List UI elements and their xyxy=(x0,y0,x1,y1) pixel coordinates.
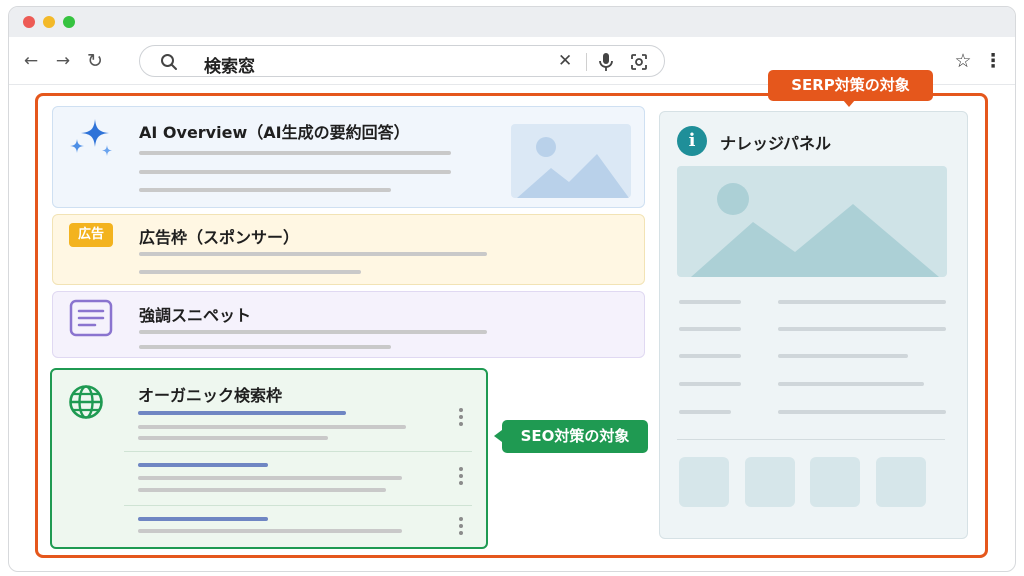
star-icon[interactable]: ☆ xyxy=(951,49,975,73)
back-button[interactable]: ← xyxy=(19,49,43,73)
minimize-window-button[interactable] xyxy=(43,16,55,28)
featured-snippet-title: 強調スニペット xyxy=(139,306,252,325)
kp-value-line xyxy=(778,410,946,414)
kp-label-line xyxy=(679,410,731,414)
organic-results-card[interactable]: オーガニック検索枠 xyxy=(50,368,488,549)
search-divider xyxy=(586,53,587,71)
search-input[interactable]: 検索窓 xyxy=(204,52,255,77)
lens-icon[interactable] xyxy=(630,53,648,71)
kp-tile[interactable] xyxy=(810,457,860,507)
sparkle-icon xyxy=(70,119,112,156)
result-divider xyxy=(124,505,472,506)
forward-button[interactable]: → xyxy=(51,49,75,73)
kp-label-line xyxy=(679,327,741,331)
ad-tag-icon: 広告 xyxy=(69,223,113,247)
ai-overview-title: AI Overview（AI生成の要約回答） xyxy=(139,123,410,142)
kebab-menu-icon[interactable]: ⋮ xyxy=(981,49,1005,73)
organic-result-link[interactable] xyxy=(138,463,268,467)
kp-divider xyxy=(677,439,945,440)
organic-result-link[interactable] xyxy=(138,411,346,415)
organic-result-text xyxy=(138,529,402,533)
organic-result-text xyxy=(138,476,402,480)
kp-label-line xyxy=(679,354,741,358)
ad-text-line xyxy=(139,252,487,256)
snippet-text-line xyxy=(139,330,487,334)
document-icon xyxy=(69,299,113,337)
close-window-button[interactable] xyxy=(23,16,35,28)
ai-overview-card[interactable]: AI Overview（AI生成の要約回答） xyxy=(52,106,645,208)
ai-text-line xyxy=(139,170,451,174)
kebab-menu-icon[interactable] xyxy=(459,517,463,535)
kp-value-line xyxy=(778,327,946,331)
kebab-menu-icon[interactable] xyxy=(459,408,463,426)
organic-title: オーガニック検索枠 xyxy=(138,386,283,405)
ad-card[interactable]: 広告 広告枠（スポンサー） xyxy=(52,214,645,285)
search-icon xyxy=(161,54,177,70)
info-icon: i xyxy=(677,126,707,156)
seo-badge-pointer xyxy=(494,430,502,442)
snippet-text-line xyxy=(139,345,391,349)
organic-result-text xyxy=(138,436,328,440)
serp-badge-pointer xyxy=(843,100,855,107)
serp-target-badge: SERP対策の対象 xyxy=(768,70,933,101)
seo-target-badge: SEO対策の対象 xyxy=(502,420,648,453)
reload-button[interactable]: ↻ xyxy=(83,49,107,73)
kp-label-line xyxy=(679,382,741,386)
maximize-window-button[interactable] xyxy=(63,16,75,28)
knowledge-panel-title: ナレッジパネル xyxy=(720,134,832,153)
kp-value-line xyxy=(778,354,908,358)
ad-text-line xyxy=(139,270,361,274)
ai-text-line xyxy=(139,188,391,192)
organic-result-text xyxy=(138,425,406,429)
kp-value-line xyxy=(778,300,946,304)
organic-result-text xyxy=(138,488,386,492)
image-placeholder-icon xyxy=(511,124,631,198)
globe-icon xyxy=(69,385,103,419)
kp-tile[interactable] xyxy=(876,457,926,507)
kebab-menu-icon[interactable] xyxy=(459,467,463,485)
mic-icon[interactable] xyxy=(598,52,614,72)
search-box[interactable]: 検索窓 ✕ xyxy=(139,45,665,77)
kp-tile[interactable] xyxy=(745,457,795,507)
organic-result-link[interactable] xyxy=(138,517,268,521)
kp-tile[interactable] xyxy=(679,457,729,507)
ai-text-line xyxy=(139,151,451,155)
ad-title: 広告枠（スポンサー） xyxy=(139,228,300,247)
featured-snippet-card[interactable]: 強調スニペット xyxy=(52,291,645,358)
result-divider xyxy=(124,451,472,452)
kp-label-line xyxy=(679,300,741,304)
title-bar xyxy=(9,7,1015,37)
clear-search-icon[interactable]: ✕ xyxy=(558,51,572,71)
kp-value-line xyxy=(778,382,924,386)
image-placeholder-icon xyxy=(677,166,947,277)
